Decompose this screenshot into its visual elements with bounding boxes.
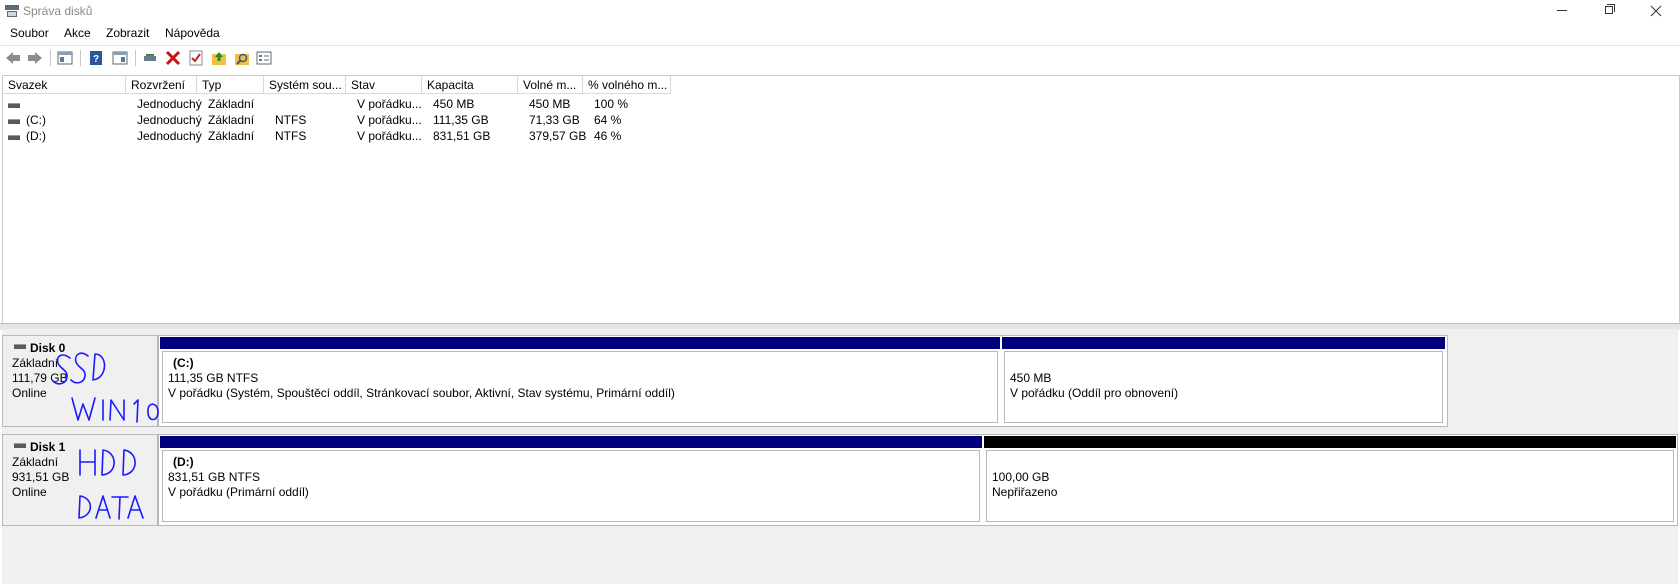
cell-procento-volneho: 64 %: [594, 113, 622, 127]
disk-0-label[interactable]: Disk 0 Základní 111,79 GB Online: [2, 335, 158, 427]
menu-zobrazit[interactable]: Zobrazit: [106, 26, 149, 40]
disk-status: Online: [12, 485, 47, 499]
volume-list: Svazek Rozvržení Typ Systém sou... Stav …: [2, 75, 1680, 324]
minimize-button[interactable]: [1540, 0, 1584, 22]
partition-size: 111,35 GB NTFS: [168, 371, 259, 385]
cell-system-souboru: [270, 96, 350, 112]
cell-system-souboru: NTFS: [275, 129, 307, 143]
cell-volne-misto: 450 MB: [529, 97, 571, 111]
export-icon[interactable]: [211, 50, 227, 66]
partition-status: V pořádku (Oddíl pro obnovení): [1010, 386, 1179, 400]
partition-name: (C:): [173, 356, 194, 370]
partition-unallocated[interactable]: 100,00 GB Nepřiřazeno: [984, 436, 1676, 524]
partition-name: (D:): [173, 455, 194, 469]
partition-status: V pořádku (Systém, Spouštěcí oddíl, Strá…: [168, 386, 675, 400]
disk-management-app-icon: [5, 5, 19, 17]
cell-typ: Základní: [208, 129, 255, 143]
partition-bar: [160, 337, 1000, 349]
column-header-svazek[interactable]: Svazek: [3, 76, 126, 94]
forward-icon[interactable]: [27, 50, 43, 66]
cell-kapacita: 450 MB: [433, 97, 475, 111]
minimize-icon: [1557, 10, 1567, 11]
partition-size: 831,51 GB NTFS: [168, 470, 261, 484]
close-button[interactable]: [1634, 0, 1678, 22]
delete-icon[interactable]: [165, 50, 181, 66]
cell-typ: Základní: [208, 97, 255, 111]
disk-type: Základní: [12, 356, 59, 370]
action-pane-icon[interactable]: [112, 50, 128, 66]
svg-text:?: ?: [93, 54, 99, 65]
cell-rozvrzeni: Jednoduchý: [137, 113, 202, 127]
partition-status: Nepřiřazeno: [992, 485, 1058, 499]
menu-soubor[interactable]: Soubor: [10, 26, 49, 40]
window-title: Správa disků: [23, 4, 93, 18]
cell-procento-volneho: 46 %: [594, 129, 622, 143]
cell-svazek: (C:): [26, 113, 46, 127]
partition-c[interactable]: (C:) 111,35 GB NTFS V pořádku (Systém, S…: [160, 337, 1000, 425]
cell-svazek: (D:): [26, 129, 46, 143]
volume-icon: [8, 119, 20, 124]
disk-1-label[interactable]: Disk 1 Základní 931,51 GB Online: [2, 434, 158, 526]
menu-napoveda[interactable]: Nápověda: [165, 26, 220, 40]
toolbar: ?: [0, 45, 1680, 70]
cell-stav: V pořádku...: [357, 129, 422, 143]
cell-stav: V pořádku...: [357, 113, 422, 127]
restore-button[interactable]: [1587, 0, 1631, 22]
disk-size: 111,79 GB: [12, 371, 68, 385]
cell-system-souboru: NTFS: [275, 113, 307, 127]
properties-icon[interactable]: [188, 50, 204, 66]
column-header-system-souboru[interactable]: Systém sou...: [264, 76, 346, 94]
cell-kapacita: 111,35 GB: [433, 113, 489, 127]
partition-bar: [160, 436, 982, 448]
disk-name: Disk 1: [30, 440, 66, 454]
partition-bar: [1002, 337, 1445, 349]
disk-size: 931,51 GB: [12, 470, 70, 484]
volume-icon: [8, 135, 20, 140]
menu-bar: Soubor Akce Zobrazit Nápověda: [0, 24, 1680, 44]
cell-kapacita: 831,51 GB: [433, 129, 491, 143]
cell-rozvrzeni: Jednoduchý: [137, 129, 202, 143]
volume-icon: [8, 103, 20, 108]
menu-akce[interactable]: Akce: [64, 26, 91, 40]
back-icon[interactable]: [5, 50, 21, 66]
cell-typ: Základní: [208, 113, 255, 127]
column-header-rozvrzeni[interactable]: Rozvržení: [126, 76, 197, 94]
column-header-procento-volneho-mista[interactable]: % volného m...: [583, 76, 671, 94]
disk-icon: [14, 344, 26, 349]
partition-size: 450 MB: [1010, 371, 1052, 385]
connect-disk-icon[interactable]: [142, 50, 158, 66]
cell-procento-volneho: 100 %: [594, 97, 629, 111]
cell-svazek: [21, 96, 121, 112]
disk-graphical-view: Disk 0 Základní 111,79 GB Online (C:) 11…: [2, 329, 1678, 584]
cell-volne-misto: 379,57 GB: [529, 129, 587, 143]
disk-status: Online: [12, 386, 47, 400]
help-icon[interactable]: ?: [88, 50, 104, 66]
console-tree-icon[interactable]: [57, 50, 73, 66]
column-header-volne-misto[interactable]: Volné m...: [518, 76, 583, 94]
column-header-kapacita[interactable]: Kapacita: [422, 76, 518, 94]
partition-d[interactable]: (D:) 831,51 GB NTFS V pořádku (Primární …: [160, 436, 982, 524]
partition-status: V pořádku (Primární oddíl): [168, 485, 309, 499]
disk-name: Disk 0: [30, 341, 66, 355]
close-icon: [1650, 5, 1662, 17]
title-bar: Správa disků: [0, 0, 1680, 24]
partition-size: 100,00 GB: [992, 470, 1050, 484]
cell-rozvrzeni: Jednoduchý: [137, 97, 202, 111]
partition-recovery[interactable]: 450 MB V pořádku (Oddíl pro obnovení): [1002, 337, 1445, 425]
partition-bar: [984, 436, 1676, 448]
rescan-icon[interactable]: [234, 50, 250, 66]
cell-volne-misto: 71,33 GB: [529, 113, 580, 127]
column-header-stav[interactable]: Stav: [346, 76, 422, 94]
cell-stav: V pořádku...: [357, 97, 422, 111]
column-header-typ[interactable]: Typ: [197, 76, 264, 94]
settings-icon[interactable]: [256, 50, 272, 66]
disk-type: Základní: [12, 455, 59, 469]
disk-icon: [14, 443, 26, 448]
